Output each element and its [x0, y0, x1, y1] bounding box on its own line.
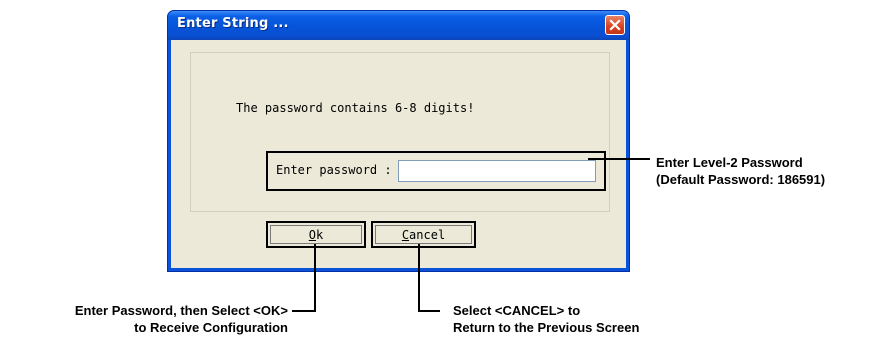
cancel-callout-line1: Select <CANCEL> to	[453, 303, 581, 318]
cancel-callout: Select <CANCEL> to Return to the Previou…	[453, 302, 639, 336]
password-input[interactable]	[398, 160, 596, 182]
ok-callout-line2: to Receive Configuration	[134, 320, 288, 335]
close-icon	[609, 19, 621, 31]
cancel-button[interactable]: Cancel	[371, 221, 476, 248]
password-callout: Enter Level-2 Password (Default Password…	[656, 154, 825, 188]
ok-button[interactable]: Ok	[266, 221, 366, 248]
password-callout-line2: (Default Password: 186591)	[656, 172, 826, 187]
password-field-highlight: Enter password :	[266, 151, 606, 191]
group-box: The password contains 6-8 digits! Enter …	[190, 52, 610, 212]
dialog-body: The password contains 6-8 digits! Enter …	[171, 40, 626, 268]
ok-button-label: Ok	[308, 227, 324, 242]
password-label: Enter password :	[276, 163, 392, 177]
ok-callout-vertical-line	[314, 244, 316, 312]
dialog-window: Enter String ... The password contains 6…	[167, 10, 630, 272]
ok-callout-horizontal-line	[292, 310, 316, 312]
cancel-callout-horizontal-line	[418, 310, 440, 312]
password-callout-line	[588, 158, 650, 160]
password-callout-line1: Enter Level-2 Password	[656, 155, 803, 170]
cancel-button-label: Cancel	[401, 227, 446, 242]
ok-callout-line1: Enter Password, then Select <OK>	[74, 303, 288, 318]
window-title: Enter String ...	[177, 16, 289, 31]
ok-callout: Enter Password, then Select <OK> to Rece…	[8, 302, 288, 336]
password-hint-text: The password contains 6-8 digits!	[236, 101, 475, 115]
cancel-callout-vertical-line	[418, 244, 420, 312]
title-bar[interactable]: Enter String ...	[168, 11, 629, 40]
cancel-callout-line2: Return to the Previous Screen	[453, 320, 640, 335]
close-button[interactable]	[605, 15, 625, 35]
